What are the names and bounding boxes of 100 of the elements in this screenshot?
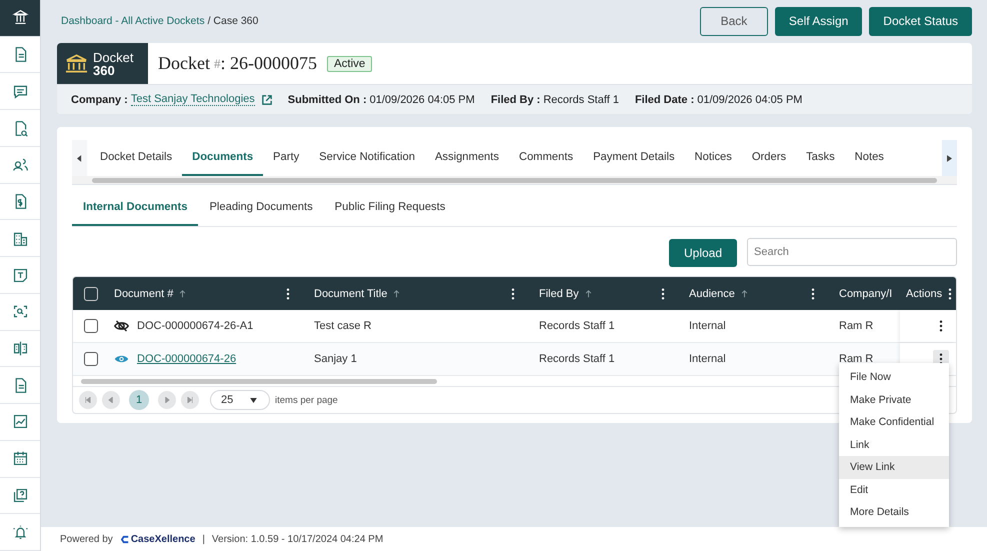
- menu-item[interactable]: More Details: [839, 501, 949, 524]
- row-checkbox[interactable]: [84, 352, 98, 366]
- sort-icon[interactable]: [179, 290, 186, 298]
- table-cell: DOC-000000674-26-A1: [137, 320, 254, 332]
- page-size-label: items per page: [275, 394, 338, 406]
- column-menu-icon[interactable]: [948, 288, 952, 300]
- scroll-right-button[interactable]: [942, 140, 957, 176]
- column-header[interactable]: Filed By: [539, 288, 579, 300]
- info-label: Filed By :: [490, 94, 540, 106]
- menu-item[interactable]: Make Confidential: [839, 411, 949, 434]
- sort-icon[interactable]: [740, 290, 748, 298]
- company-link[interactable]: Test Sanjay Technologies: [130, 93, 255, 106]
- sub-tab[interactable]: Pleading Documents: [198, 189, 324, 226]
- last-page-icon: [187, 397, 193, 403]
- info-value: 01/09/2026 04:05 PM: [370, 94, 475, 106]
- next-page-icon: [164, 397, 170, 403]
- horizontal-scrollbar[interactable]: [72, 176, 957, 184]
- scroll-left-button[interactable]: [72, 140, 87, 176]
- tab[interactable]: Service Notification: [309, 140, 425, 176]
- tab[interactable]: Assignments: [424, 140, 509, 176]
- people-icon: [12, 156, 28, 174]
- logo-number: 360: [93, 64, 116, 76]
- table-cell: Internal: [689, 320, 726, 332]
- tab[interactable]: Payment Details: [583, 140, 685, 176]
- caret-left-icon: [77, 154, 82, 162]
- eye-off-icon[interactable]: [114, 320, 129, 332]
- sub-tab[interactable]: Public Filing Requests: [324, 189, 456, 226]
- caret-down-icon: [250, 398, 257, 402]
- template-icon: [12, 266, 28, 284]
- tab[interactable]: Docket Details: [90, 140, 182, 176]
- column-menu-icon[interactable]: [286, 288, 290, 300]
- table-cell: Records Staff 1: [539, 353, 615, 365]
- previous-page-button[interactable]: [102, 391, 120, 409]
- tab[interactable]: Tasks: [796, 140, 845, 176]
- number-sign: #: [214, 56, 220, 72]
- column-header[interactable]: Document #: [114, 288, 174, 300]
- logo-label: Docket: [93, 50, 134, 64]
- docket-number: : 26-0000075: [220, 53, 317, 74]
- sort-icon[interactable]: [584, 290, 592, 298]
- page-size-dropdown[interactable]: 25: [210, 390, 270, 410]
- sub-tab[interactable]: Internal Documents: [72, 189, 198, 226]
- help-icon: [12, 486, 28, 504]
- breadcrumb-current: / Case 360: [208, 15, 258, 27]
- last-page-button[interactable]: [181, 391, 199, 409]
- powered-by-label: Powered by: [60, 534, 113, 544]
- brand-logo-icon: [120, 534, 130, 544]
- menu-item[interactable]: View Link: [839, 456, 949, 478]
- bank-icon: [65, 54, 88, 74]
- breadcrumb-link[interactable]: Dashboard - All Active Dockets: [61, 15, 205, 27]
- column-header[interactable]: Audience: [689, 288, 735, 300]
- search-field[interactable]: Search: [747, 238, 957, 266]
- upload-button[interactable]: Upload: [669, 239, 737, 267]
- more-icon: [939, 320, 943, 332]
- action-button[interactable]: Self Assign: [774, 6, 862, 36]
- previous-page-icon: [108, 397, 114, 403]
- page-button[interactable]: 1: [129, 390, 149, 410]
- caret-right-icon: [947, 154, 952, 162]
- table-cell: Records Staff 1: [539, 320, 615, 332]
- calendar-icon: [12, 450, 28, 468]
- docket-title-label: Docket: [158, 53, 210, 74]
- info-value: Records Staff 1: [543, 94, 619, 106]
- back-button[interactable]: Back: [700, 6, 768, 36]
- sort-icon[interactable]: [393, 290, 400, 298]
- tab[interactable]: Notes: [844, 140, 894, 176]
- column-header[interactable]: Document Title: [314, 288, 388, 300]
- info-label: Company :: [71, 94, 128, 106]
- next-page-button[interactable]: [158, 391, 176, 409]
- bank-icon: [12, 9, 28, 26]
- table-cell: Internal: [689, 353, 726, 365]
- info-label: Filed Date :: [634, 94, 694, 106]
- row-checkbox[interactable]: [84, 319, 98, 333]
- action-button[interactable]: Docket Status: [869, 6, 972, 36]
- column-menu-icon[interactable]: [811, 288, 815, 300]
- tab[interactable]: Party: [263, 140, 310, 176]
- external-link-icon[interactable]: [262, 94, 272, 104]
- column-header[interactable]: Company/I: [839, 288, 892, 300]
- info-value: 01/09/2026 04:05 PM: [697, 94, 802, 106]
- version-label: Version: 1.0.59 - 10/17/2024 04:24 PM: [212, 534, 384, 544]
- document-link[interactable]: DOC-000000674-26: [137, 353, 236, 365]
- column-menu-icon[interactable]: [661, 288, 665, 300]
- info-label: Submitted On :: [288, 94, 367, 106]
- menu-item[interactable]: Edit: [839, 478, 949, 501]
- table-cell: Sanjay 1: [314, 353, 357, 365]
- eye-icon[interactable]: [114, 353, 129, 365]
- tab[interactable]: Notices: [684, 140, 742, 176]
- chart-icon: [12, 413, 28, 430]
- sidebar-item[interactable]: [0, 0, 40, 37]
- first-page-icon: [85, 397, 91, 403]
- menu-item[interactable]: File Now: [839, 366, 949, 388]
- status-badge: Active: [326, 56, 372, 72]
- column-header[interactable]: Actions: [906, 288, 942, 300]
- separator: |: [202, 534, 205, 544]
- table-cell: Ram R: [839, 320, 874, 332]
- menu-item[interactable]: Link: [839, 434, 949, 456]
- first-page-button[interactable]: [79, 391, 97, 409]
- column-menu-icon[interactable]: [511, 288, 515, 300]
- tab[interactable]: Comments: [508, 140, 584, 176]
- menu-item[interactable]: Make Private: [839, 388, 949, 411]
- tab[interactable]: Orders: [742, 140, 796, 176]
- select-all-checkbox[interactable]: [84, 286, 98, 300]
